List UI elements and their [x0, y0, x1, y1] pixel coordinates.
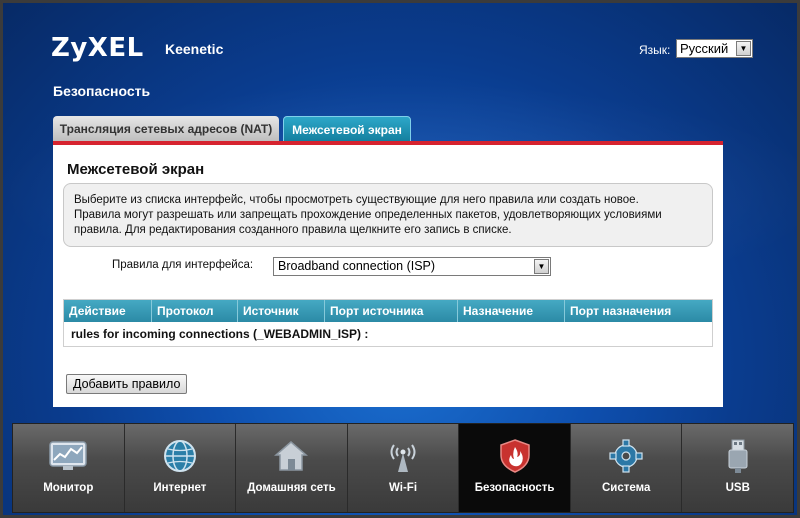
- dock-label: Интернет: [153, 482, 207, 494]
- shield-flame-icon: [495, 438, 535, 474]
- dock-label: Домашняя сеть: [247, 482, 336, 494]
- dock-label: Монитор: [43, 482, 94, 494]
- dock-item-internet[interactable]: Интернет: [125, 424, 237, 512]
- language-select-value: Русский: [680, 41, 729, 56]
- home-icon: [271, 438, 311, 474]
- column-header-destination-port[interactable]: Порт назначения: [565, 300, 712, 322]
- column-header-destination[interactable]: Назначение: [458, 300, 565, 322]
- info-line: правила. Для редактирования созданного п…: [74, 224, 512, 236]
- language-label: Язык:: [639, 43, 671, 57]
- column-header-protocol[interactable]: Протокол: [152, 300, 238, 322]
- panel-title: Межсетевой экран: [67, 161, 205, 178]
- column-header-source-port[interactable]: Порт источника: [325, 300, 458, 322]
- dock-label: Система: [601, 482, 651, 494]
- page-title: Безопасность: [53, 83, 151, 99]
- table-header: Действие Протокол Источник Порт источник…: [64, 300, 712, 322]
- monitor-chart-icon: [48, 438, 88, 474]
- globe-icon: [160, 438, 200, 474]
- bottom-dock: Монитор Интернет Домашняя сеть Wi-Fi Без…: [12, 423, 794, 513]
- table-group-row[interactable]: rules for incoming connections (_WEBADMI…: [64, 322, 712, 346]
- add-rule-button[interactable]: Добавить правило: [66, 374, 188, 394]
- column-header-action[interactable]: Действие: [64, 300, 152, 322]
- dock-item-home-network[interactable]: Домашняя сеть: [236, 424, 348, 512]
- info-line: Правила могут разрешать или запрещать пр…: [74, 209, 662, 221]
- usb-icon: [718, 438, 758, 474]
- info-box: Выберите из списка интерфейс, чтобы прос…: [63, 183, 713, 247]
- dock-item-monitor[interactable]: Монитор: [13, 424, 125, 512]
- dock-item-usb[interactable]: USB: [682, 424, 793, 512]
- zyxel-logo: ZyXEL: [51, 33, 144, 63]
- gear-icon: [606, 438, 646, 474]
- tab-nat[interactable]: Трансляция сетевых адресов (NAT): [53, 116, 279, 142]
- product-name: Keenetic: [165, 41, 224, 57]
- dock-item-security[interactable]: Безопасность: [459, 424, 571, 512]
- chevron-down-icon[interactable]: ▼: [736, 41, 751, 56]
- interface-select[interactable]: Broadband connection (ISP) ▼: [273, 257, 551, 276]
- info-line: Выберите из списка интерфейс, чтобы прос…: [74, 194, 639, 206]
- chevron-down-icon[interactable]: ▼: [534, 259, 549, 274]
- dock-item-system[interactable]: Система: [571, 424, 683, 512]
- dock-label: Wi-Fi: [389, 482, 418, 494]
- firewall-panel: Межсетевой экран Выберите из списка инте…: [53, 145, 723, 407]
- dock-item-wifi[interactable]: Wi-Fi: [348, 424, 460, 512]
- interface-select-value: Broadband connection (ISP): [278, 259, 436, 273]
- dock-label: Безопасность: [474, 482, 555, 494]
- column-header-source[interactable]: Источник: [238, 300, 325, 322]
- rules-table: Действие Протокол Источник Порт источник…: [63, 299, 713, 347]
- router-admin-window: ZyXEL Keenetic Язык: Русский ▼ Безопасно…: [0, 0, 800, 518]
- language-select[interactable]: Русский ▼: [676, 39, 753, 58]
- dock-label: USB: [725, 482, 750, 494]
- interface-label: Правила для интерфейса:: [112, 259, 254, 271]
- wifi-antenna-icon: [383, 438, 423, 474]
- tab-firewall[interactable]: Межсетевой экран: [283, 116, 411, 142]
